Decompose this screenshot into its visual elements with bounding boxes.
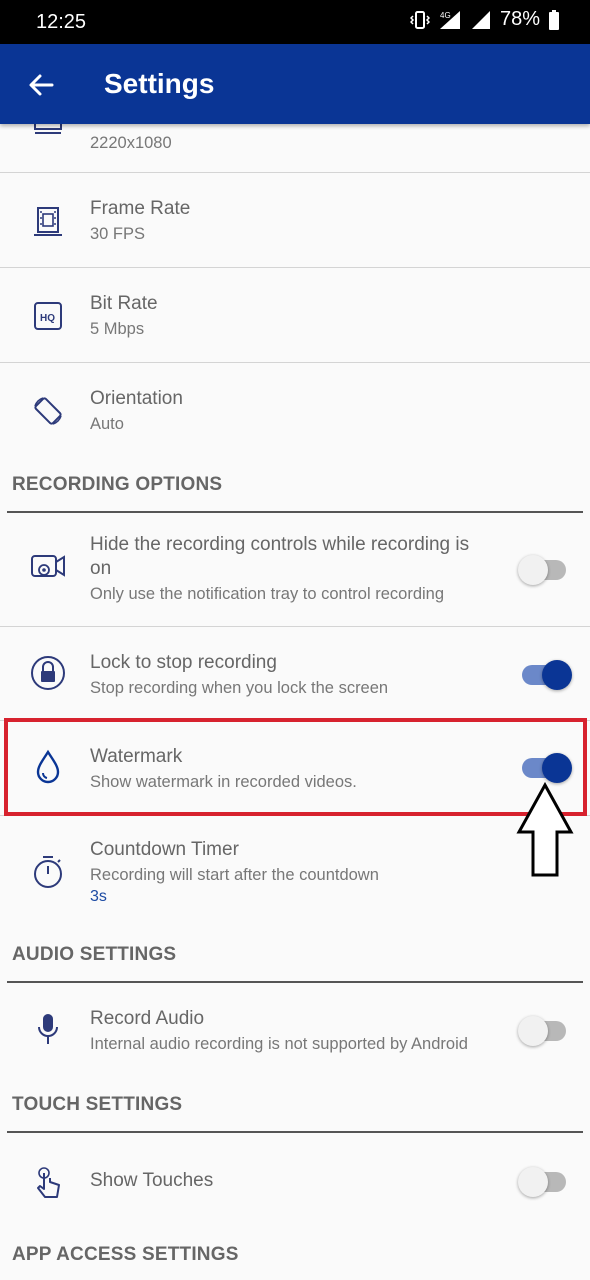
countdown-title: Countdown Timer xyxy=(90,839,239,860)
toggle-knob xyxy=(518,555,548,585)
signal-icon xyxy=(471,10,490,29)
signal-4g-icon: 4G xyxy=(439,10,460,29)
arrow-left-icon[interactable] xyxy=(26,70,56,100)
lock-stop-toggle[interactable] xyxy=(522,660,572,690)
status-icons: 4G 78% xyxy=(409,8,560,31)
record-audio-toggle[interactable] xyxy=(518,1016,566,1046)
battery-percent: 78% xyxy=(499,8,540,30)
toggle-knob xyxy=(542,753,572,783)
touch-hand-icon xyxy=(28,1163,68,1203)
page-title: Settings xyxy=(104,68,215,99)
film-frame-icon xyxy=(28,201,68,241)
bit-rate-value: 5 Mbps xyxy=(90,320,145,338)
section-audio-settings: AUDIO SETTINGS xyxy=(12,944,177,965)
hide-controls-subtitle: Only use the notification tray to contro… xyxy=(90,585,445,603)
hide-controls-toggle[interactable] xyxy=(518,555,566,585)
toggle-knob xyxy=(518,1167,548,1197)
resolution-value: 2220x1080 xyxy=(90,134,172,152)
record-audio-title: Record Audio xyxy=(90,1008,205,1029)
countdown-subtitle: Recording will start after the countdown xyxy=(90,866,379,884)
lock-stop-title: Lock to stop recording xyxy=(90,652,277,673)
countdown-value: 3s xyxy=(90,888,107,905)
setting-frame-rate[interactable]: Frame Rate 30 FPS xyxy=(0,173,590,268)
hq-icon: HQ xyxy=(28,296,68,336)
status-time: 12:25 xyxy=(36,11,87,33)
toggle-knob xyxy=(542,660,572,690)
microphone-icon xyxy=(28,1009,68,1049)
status-bar: 12:25 4G 78% xyxy=(0,0,590,44)
section-app-access-settings: APP ACCESS SETTINGS xyxy=(12,1244,239,1265)
arrow-up-icon xyxy=(516,782,574,877)
screen-rotation-icon xyxy=(28,391,68,431)
setting-resolution[interactable]: 2220x1080 xyxy=(0,124,590,173)
network-label: 4G xyxy=(440,11,451,20)
lock-icon xyxy=(28,653,68,693)
frame-rate-value: 30 FPS xyxy=(90,225,146,243)
setting-show-touches[interactable]: Show Touches xyxy=(0,1133,590,1233)
setting-watermark[interactable]: Watermark Show watermark in recorded vid… xyxy=(0,721,590,816)
settings-list: 2220x1080 Frame Rate 30 FPS HQ Bit Rate … xyxy=(0,124,590,1280)
battery-icon xyxy=(549,9,559,30)
watermark-title: Watermark xyxy=(90,746,183,767)
setting-hide-controls[interactable]: Hide the recording controls while record… xyxy=(0,513,590,627)
app-bar: Settings xyxy=(0,44,590,124)
orientation-value: Auto xyxy=(90,415,124,433)
setting-orientation[interactable]: Orientation Auto xyxy=(0,363,590,458)
stopwatch-icon xyxy=(28,852,68,892)
watermark-subtitle: Show watermark in recorded videos. xyxy=(90,773,357,791)
record-audio-subtitle: Internal audio recording is not supporte… xyxy=(90,1035,468,1053)
frame-rate-title: Frame Rate xyxy=(90,198,191,219)
toggle-knob xyxy=(518,1016,548,1046)
watermark-toggle[interactable] xyxy=(522,753,572,783)
setting-record-audio[interactable]: Record Audio Internal audio recording is… xyxy=(0,983,590,1077)
section-recording-options: RECORDING OPTIONS xyxy=(12,474,223,495)
show-touches-toggle[interactable] xyxy=(518,1167,566,1197)
svg-text:HQ: HQ xyxy=(40,313,55,324)
show-touches-title: Show Touches xyxy=(90,1170,214,1191)
section-touch-settings: TOUCH SETTINGS xyxy=(12,1094,183,1115)
camera-settings-icon xyxy=(28,547,68,587)
bit-rate-title: Bit Rate xyxy=(90,293,158,314)
resolution-icon xyxy=(28,124,68,144)
setting-lock-to-stop[interactable]: Lock to stop recording Stop recording wh… xyxy=(0,627,590,721)
setting-bit-rate[interactable]: HQ Bit Rate 5 Mbps xyxy=(0,268,590,363)
orientation-title: Orientation xyxy=(90,388,183,409)
hide-controls-title: Hide the recording controls while record… xyxy=(90,534,470,579)
vibrate-icon xyxy=(409,10,430,29)
setting-countdown-timer[interactable]: Countdown Timer Recording will start aft… xyxy=(0,816,590,930)
water-drop-icon xyxy=(28,747,68,787)
lock-stop-subtitle: Stop recording when you lock the screen xyxy=(90,679,389,697)
